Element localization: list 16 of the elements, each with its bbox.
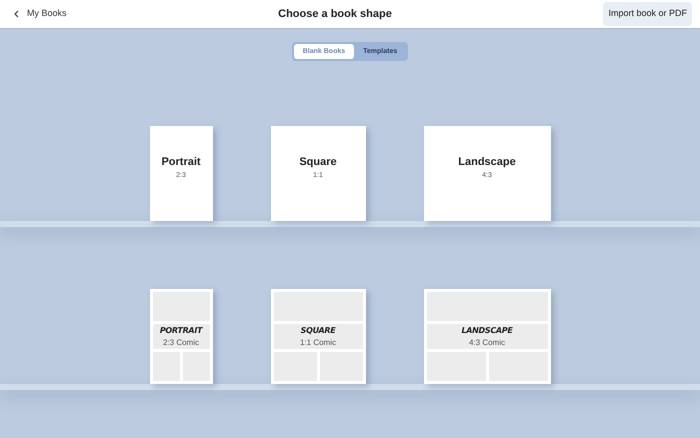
book-title: Landscape (458, 155, 516, 170)
page-title: Choose a book shape (278, 6, 392, 22)
book-ratio: 4:3 Comic (468, 336, 505, 348)
book-title: Portrait (161, 155, 201, 170)
book-cover[interactable]: PORTRAIT 2:3 Comic (150, 289, 212, 384)
book-ratio: 1:1 Comic (300, 336, 336, 348)
book-title: LANDSCAPE (461, 324, 513, 336)
book-title: SQUARE (300, 324, 336, 336)
import-button[interactable]: Import book or PDF (603, 2, 692, 26)
book-cover[interactable]: LANDSCAPE 4:3 Comic (424, 289, 550, 384)
book-ratio: 2:3 Comic (162, 336, 199, 348)
book-title: PORTRAIT (160, 324, 202, 336)
back-link[interactable]: My Books (14, 7, 67, 21)
book-title: Square (299, 155, 337, 170)
back-icon (14, 10, 19, 18)
book-cover[interactable]: SQUARE 1:1 Comic (270, 289, 366, 384)
